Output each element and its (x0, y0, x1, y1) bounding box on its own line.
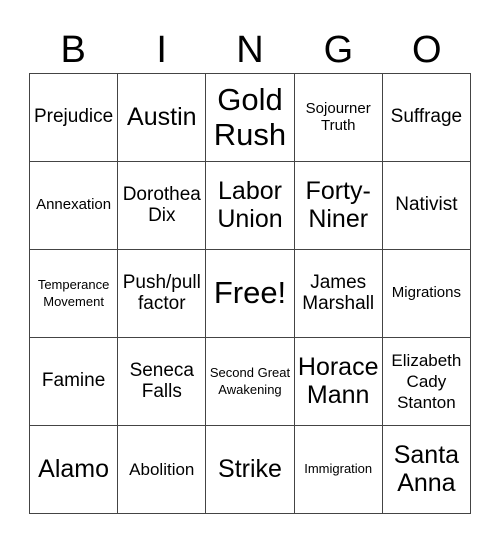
bingo-cell[interactable]: Annexation (30, 162, 119, 250)
header-letter-o: O (412, 29, 442, 71)
free-space-cell[interactable]: Free! (206, 250, 295, 338)
bingo-cell[interactable]: Prejudice (30, 74, 119, 162)
bingo-cell[interactable]: Sojourner Truth (294, 74, 383, 162)
bingo-cell[interactable]: Migrations (382, 250, 471, 338)
bingo-cell[interactable]: Abolition (118, 426, 207, 514)
header-letter-i: I (156, 29, 167, 71)
header-letter-b: B (60, 29, 86, 71)
bingo-cell[interactable]: Labor Union (206, 162, 295, 250)
bingo-cell[interactable]: Horace Mann (294, 338, 383, 426)
bingo-cell[interactable]: Seneca Falls (118, 338, 207, 426)
bingo-cell[interactable]: Immigration (294, 426, 383, 514)
bingo-cell[interactable]: Famine (30, 338, 119, 426)
bingo-header: B I N G O (29, 28, 471, 72)
header-letter-g: G (323, 29, 354, 71)
bingo-cell[interactable]: Dorothea Dix (118, 162, 207, 250)
bingo-cell[interactable]: Austin (118, 74, 207, 162)
bingo-cell[interactable]: Santa Anna (382, 426, 471, 514)
bingo-grid: Prejudice Austin Gold Rush Sojourner Truth S… (29, 73, 471, 514)
bingo-cell[interactable]: James Marshall (294, 250, 383, 338)
bingo-cell[interactable]: Gold Rush (206, 74, 295, 162)
header-letter-n: N (236, 29, 264, 71)
bingo-cell[interactable]: Forty-Niner (294, 162, 383, 250)
bingo-cell[interactable]: Elizabeth Cady Stanton (382, 338, 471, 426)
bingo-cell[interactable]: Suffrage (382, 74, 471, 162)
bingo-cell[interactable]: Nativist (382, 162, 471, 250)
bingo-cell[interactable]: Second Great Awakening (206, 338, 295, 426)
bingo-cell[interactable]: Alamo (30, 426, 119, 514)
bingo-cell[interactable]: Temperance Movement (30, 250, 119, 338)
bingo-cell[interactable]: Strike (206, 426, 295, 514)
bingo-cell[interactable]: Push/pull factor (118, 250, 207, 338)
